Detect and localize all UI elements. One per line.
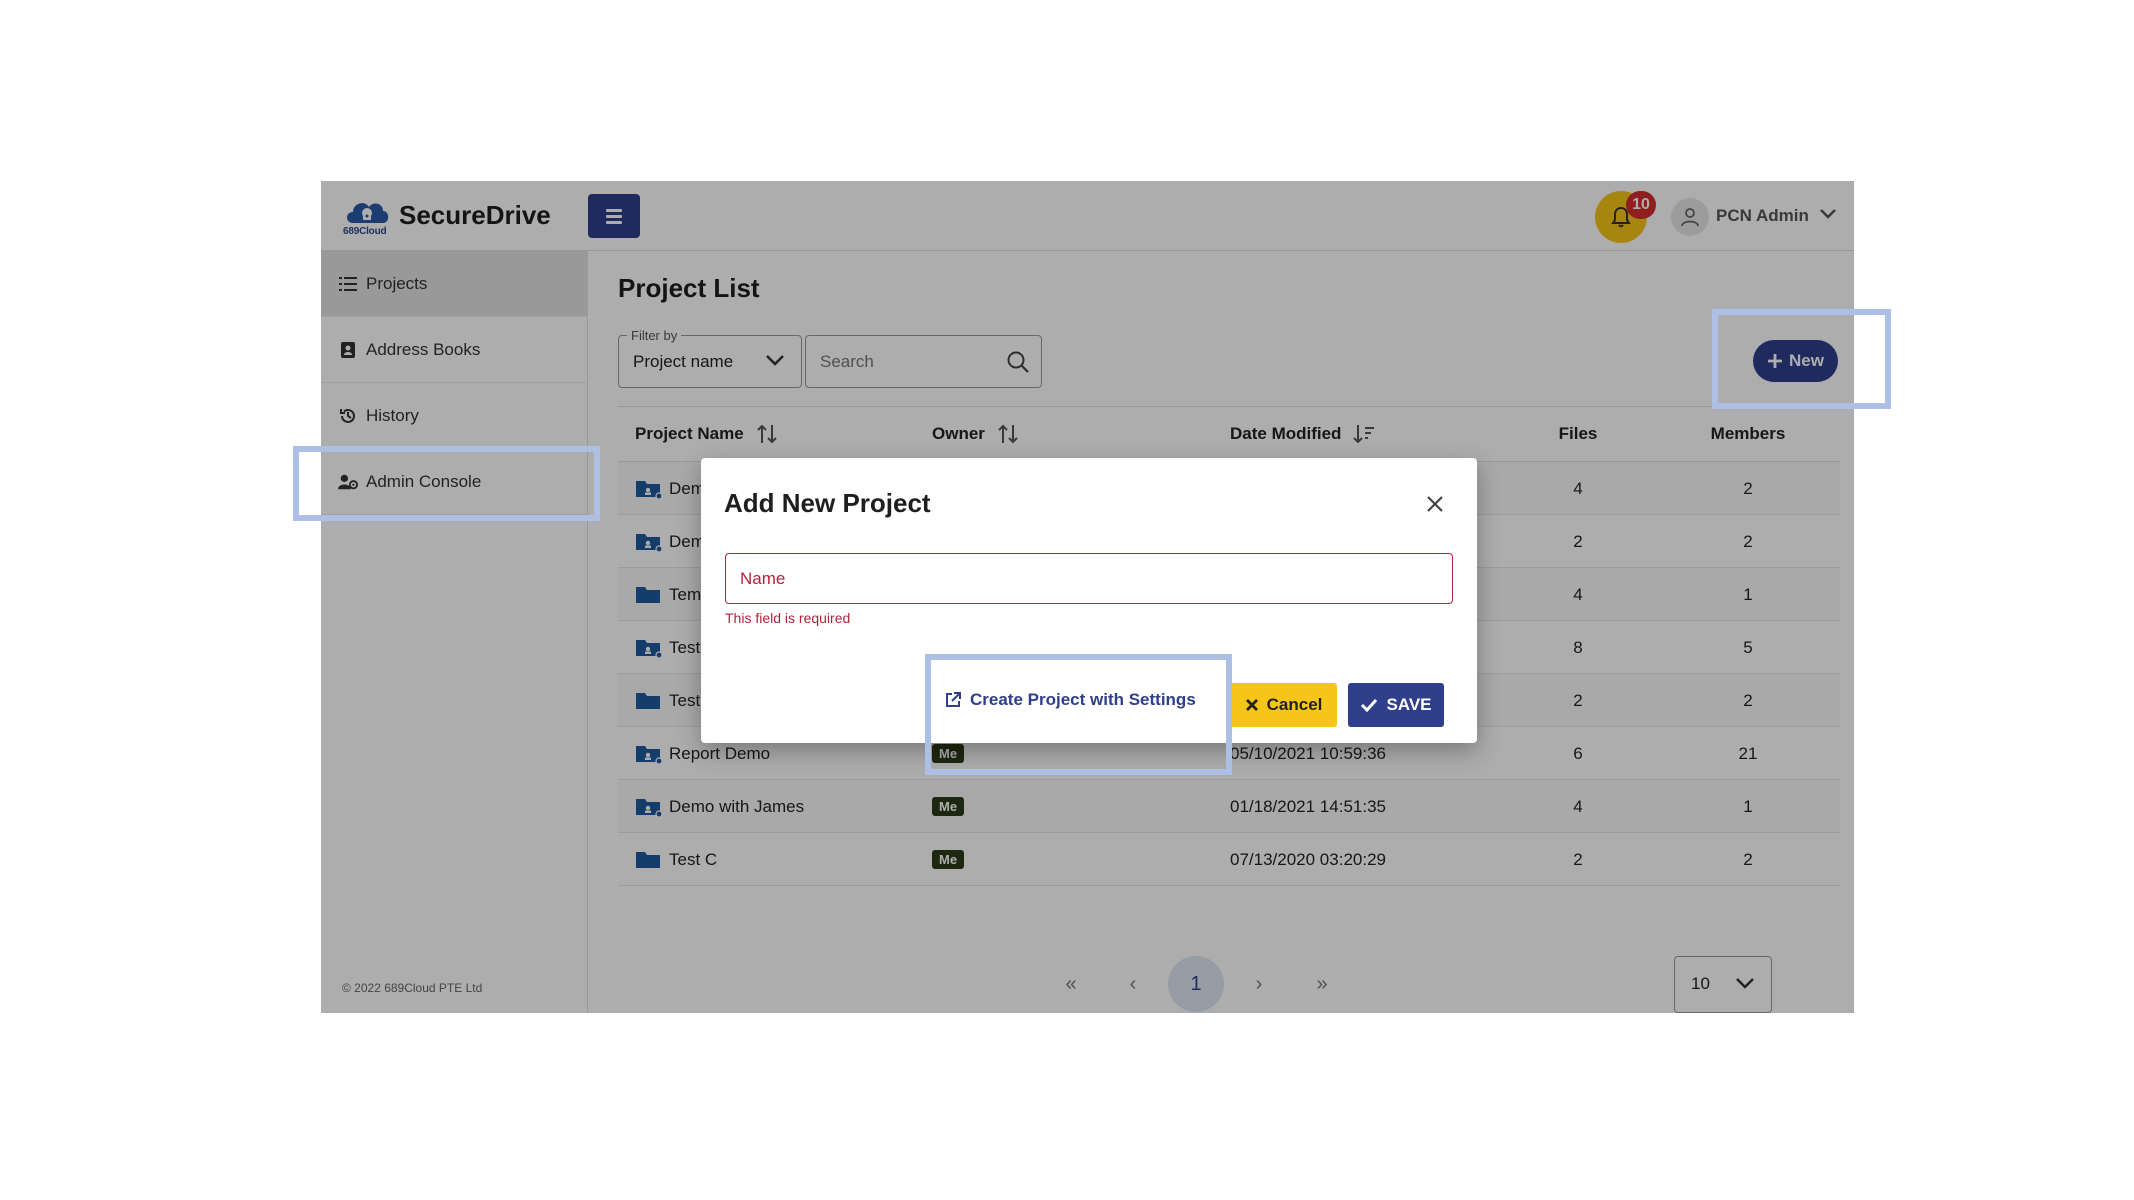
save-label: SAVE xyxy=(1386,695,1432,714)
cancel-label: Cancel xyxy=(1266,695,1323,714)
close-icon xyxy=(1245,699,1258,711)
project-name-field xyxy=(725,553,1453,604)
highlight-create-with-settings xyxy=(925,654,1232,775)
check-icon xyxy=(1361,698,1378,712)
highlight-admin-console xyxy=(293,446,600,521)
highlight-new-button xyxy=(1712,309,1891,409)
validation-error: This field is required xyxy=(725,610,851,626)
cancel-button[interactable]: Cancel xyxy=(1230,683,1337,727)
dialog-title: Add New Project xyxy=(724,488,931,518)
close-icon[interactable] xyxy=(1421,490,1449,518)
save-button[interactable]: SAVE xyxy=(1348,683,1444,727)
project-name-input[interactable] xyxy=(727,555,1451,602)
